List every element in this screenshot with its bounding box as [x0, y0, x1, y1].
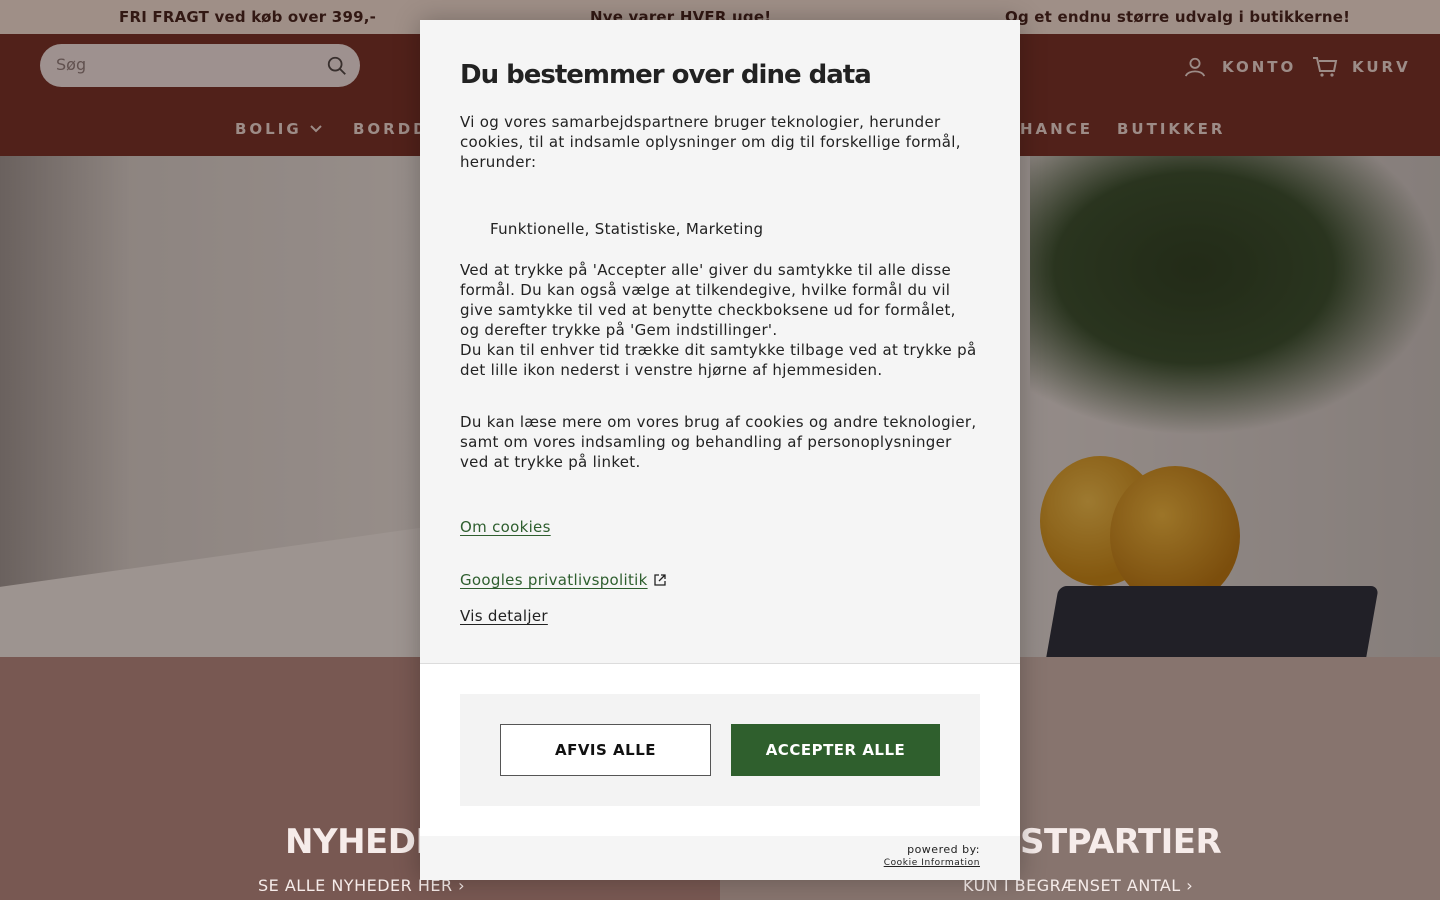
accept-all-button[interactable]: ACCEPTER ALLE [731, 724, 940, 776]
consent-footer: AFVIS ALLE ACCEPTER ALLE [420, 663, 1020, 836]
cookie-consent-dialog: Du bestemmer over dine data Vi og vores … [420, 20, 1020, 880]
consent-purposes: Funktionelle, Statistiske, Marketing [490, 220, 764, 238]
consent-intro: Vi og vores samarbejdspartnere bruger te… [460, 113, 961, 171]
consent-button-panel: AFVIS ALLE ACCEPTER ALLE [460, 694, 980, 806]
external-link-icon [653, 574, 666, 586]
powered-by: powered by: Cookie Information [884, 843, 980, 868]
consent-title: Du bestemmer over dine data [460, 60, 872, 90]
show-details-link[interactable]: Vis detaljer [460, 607, 548, 625]
section-remnants-title: STPARTIER [1020, 822, 1222, 862]
google-privacy-link[interactable]: Googles privatlivspolitik [460, 571, 666, 589]
cookie-information-link[interactable]: Cookie Information [884, 858, 980, 868]
consent-withdraw-explanation: Du kan til enhver tid trække dit samtykk… [460, 341, 977, 379]
consent-read-more: Du kan læse mere om vores brug af cookie… [460, 413, 977, 471]
about-cookies-link[interactable]: Om cookies [460, 518, 551, 536]
google-privacy-label: Googles privatlivspolitik [460, 571, 648, 589]
powered-by-label: powered by: [907, 843, 980, 856]
consent-accept-explanation: Ved at trykke på 'Accepter alle' giver d… [460, 261, 956, 339]
reject-all-button[interactable]: AFVIS ALLE [500, 724, 711, 776]
